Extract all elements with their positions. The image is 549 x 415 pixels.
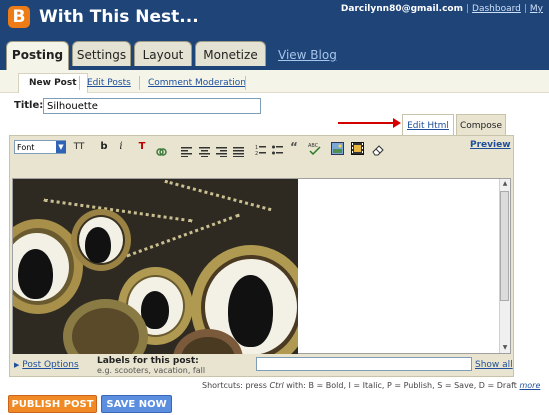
scroll-up-icon[interactable]: ▲ — [501, 180, 509, 188]
text-color-button[interactable]: T — [136, 140, 148, 154]
tab-posting[interactable]: Posting — [6, 41, 69, 70]
blockquote-icon[interactable]: “ — [288, 140, 300, 154]
post-options-label: Post Options — [22, 360, 79, 370]
numbered-list-icon[interactable]: 12 — [255, 141, 266, 157]
labels-label: Labels for this post: — [97, 356, 199, 366]
user-email: Darcilynn80@gmail.com — [340, 4, 463, 14]
align-justify-icon[interactable] — [233, 142, 244, 157]
svg-text:2: 2 — [255, 151, 258, 156]
eraser-icon[interactable] — [372, 141, 384, 156]
bullet-list-icon[interactable] — [272, 141, 283, 155]
blogger-logo-icon[interactable]: B — [8, 6, 30, 28]
scrollbar-thumb[interactable] — [500, 191, 509, 301]
tab-settings[interactable]: Settings — [72, 41, 131, 66]
keyboard-shortcuts-hint: Shortcuts: press Ctrl with: B = Bold, I … — [202, 381, 541, 390]
annotation-arrow — [338, 122, 396, 124]
tab-layout[interactable]: Layout — [134, 41, 192, 66]
subtab-comment-moderation[interactable]: Comment Moderation — [148, 74, 246, 92]
align-right-icon[interactable] — [216, 142, 227, 157]
shortcuts-more-link[interactable]: more — [519, 381, 540, 390]
svg-text:ABC: ABC — [308, 143, 319, 149]
tab-monetize[interactable]: Monetize — [195, 41, 266, 66]
annotation-arrowhead — [393, 118, 401, 128]
italic-button[interactable]: i — [116, 140, 126, 154]
link-icon[interactable] — [156, 142, 167, 156]
title-label: Title: — [14, 100, 44, 111]
post-title-input[interactable]: Silhouette — [43, 98, 261, 114]
silhouette-pendants-photo — [13, 179, 298, 354]
bold-button[interactable]: b — [98, 140, 110, 154]
blog-title: With This Nest... — [39, 7, 199, 27]
my-account-link[interactable]: My — [530, 4, 543, 14]
image-icon[interactable] — [331, 140, 344, 155]
tab-compose[interactable]: Compose — [456, 114, 506, 136]
post-options-toggle[interactable]: ▶ Post Options — [14, 360, 79, 370]
subtab-edit-posts[interactable]: Edit Posts — [87, 74, 131, 92]
show-all-labels-link[interactable]: Show all — [475, 360, 513, 370]
dashboard-link[interactable]: Dashboard — [472, 4, 521, 14]
publish-post-button[interactable]: PUBLISH POST — [8, 395, 97, 413]
video-icon[interactable] — [351, 140, 364, 155]
save-now-button[interactable]: SAVE NOW — [101, 395, 172, 413]
labels-input[interactable] — [256, 357, 472, 371]
triangle-right-icon: ▶ — [14, 361, 20, 369]
scroll-down-icon[interactable]: ▼ — [501, 344, 509, 352]
user-links: Darcilynn80@gmail.com | Dashboard | My — [340, 4, 543, 14]
subnav-divider — [79, 76, 80, 90]
chevron-down-icon[interactable]: ▼ — [56, 141, 66, 153]
view-blog-link[interactable]: View Blog — [278, 48, 337, 62]
labels-hint: e.g. scooters, vacation, fall — [97, 366, 206, 375]
font-size-icon[interactable]: TT — [70, 140, 88, 154]
subtab-new-post[interactable]: New Post — [18, 73, 88, 93]
align-center-icon[interactable] — [199, 142, 210, 157]
align-left-icon[interactable] — [181, 142, 192, 157]
tab-edit-html[interactable]: Edit Html — [402, 114, 454, 136]
subnav-divider — [139, 76, 140, 90]
subnav-divider — [245, 76, 246, 90]
spellcheck-icon[interactable]: ABC — [308, 140, 321, 156]
preview-link[interactable]: Preview — [470, 140, 511, 150]
